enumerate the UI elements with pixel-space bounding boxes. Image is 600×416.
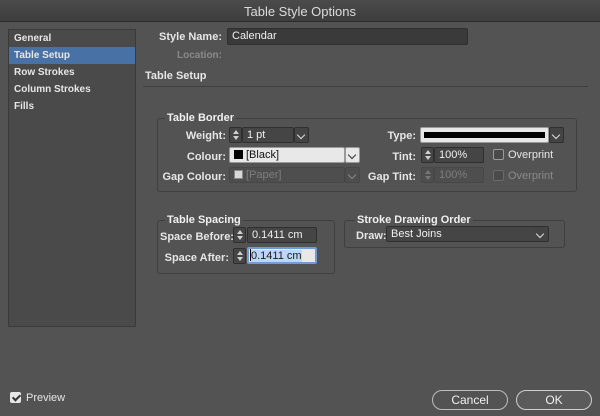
overprint-label: Overprint (508, 149, 554, 161)
gap-colour-value: [Paper] (246, 169, 282, 181)
space-before-input[interactable]: 0.1411 cm (247, 227, 317, 243)
sidebar-item-general[interactable]: General (9, 30, 135, 47)
ok-button[interactable]: OK (516, 390, 592, 410)
style-name-input[interactable]: Calendar (227, 28, 468, 45)
weight-dropdown[interactable] (294, 127, 309, 143)
section-title: Table Setup (145, 70, 207, 82)
type-dropdown[interactable] (420, 127, 549, 143)
table-border-legend: Table Border (165, 112, 237, 124)
window-title: Table Style Options (243, 4, 356, 19)
chevron-down-icon (296, 130, 306, 140)
tint-input[interactable]: 100% (434, 147, 484, 163)
colour-dropdown-button[interactable] (345, 147, 360, 163)
gap-overprint-checkbox[interactable] (493, 170, 504, 181)
type-dropdown-button[interactable] (549, 127, 564, 143)
overprint-checkbox[interactable] (493, 149, 504, 160)
space-before-label: Space Before: (160, 231, 234, 243)
weight-stepper[interactable] (229, 127, 242, 143)
window-titlebar: Table Style Options (0, 0, 600, 22)
space-after-label: Space After: (164, 252, 229, 264)
gap-colour-dropdown[interactable]: [Paper] (229, 167, 345, 183)
sidebar-item-column-strokes[interactable]: Column Strokes (9, 81, 135, 98)
location-label: Location: (177, 50, 222, 61)
gap-colour-dropdown-button[interactable] (345, 167, 360, 183)
chevron-down-icon (535, 229, 545, 239)
colour-value: [Black] (246, 149, 280, 161)
preview-checkbox[interactable] (10, 392, 21, 403)
draw-dropdown[interactable]: Best Joins (386, 226, 536, 242)
stroke-type-preview (424, 132, 545, 138)
colour-dropdown[interactable]: [Black] (229, 147, 345, 163)
draw-dropdown-button[interactable] (534, 226, 549, 242)
sidebar-item-fills[interactable]: Fills (9, 98, 135, 115)
section-divider (143, 86, 588, 87)
tint-label: Tint: (392, 151, 416, 163)
sidebar-item-row-strokes[interactable]: Row Strokes (9, 64, 135, 81)
gap-tint-label: Gap Tint: (367, 171, 416, 183)
stroke-drawing-order-legend: Stroke Drawing Order (355, 214, 473, 226)
colour-swatch (234, 150, 243, 159)
draw-label: Draw: (356, 230, 387, 242)
chevron-down-icon (347, 170, 357, 180)
space-before-stepper[interactable] (233, 227, 246, 243)
preview-label: Preview (26, 392, 66, 404)
gap-colour-swatch (234, 170, 243, 179)
space-after-input[interactable]: 0.1411 cm (247, 247, 317, 264)
space-after-value: 0.1411 cm (251, 250, 302, 262)
weight-label: Weight: (185, 130, 226, 142)
style-name-label: Style Name: (159, 31, 222, 43)
space-after-stepper[interactable] (233, 248, 246, 264)
tint-stepper[interactable] (421, 147, 434, 163)
gap-overprint-label: Overprint (508, 170, 554, 182)
table-spacing-legend: Table Spacing (165, 214, 243, 226)
type-label: Type: (387, 130, 416, 142)
chevron-down-icon (551, 130, 561, 140)
gap-tint-stepper[interactable] (421, 167, 434, 183)
colour-label: Colour: (186, 151, 226, 163)
chevron-down-icon (347, 150, 357, 160)
gap-tint-input[interactable]: 100% (434, 167, 484, 183)
sidebar: General Table Setup Row Strokes Column S… (8, 29, 136, 327)
gap-colour-label: Gap Colour: (162, 171, 226, 183)
cancel-button[interactable]: Cancel (432, 390, 508, 410)
sidebar-item-table-setup[interactable]: Table Setup (9, 47, 135, 64)
weight-input[interactable]: 1 pt (242, 127, 294, 143)
